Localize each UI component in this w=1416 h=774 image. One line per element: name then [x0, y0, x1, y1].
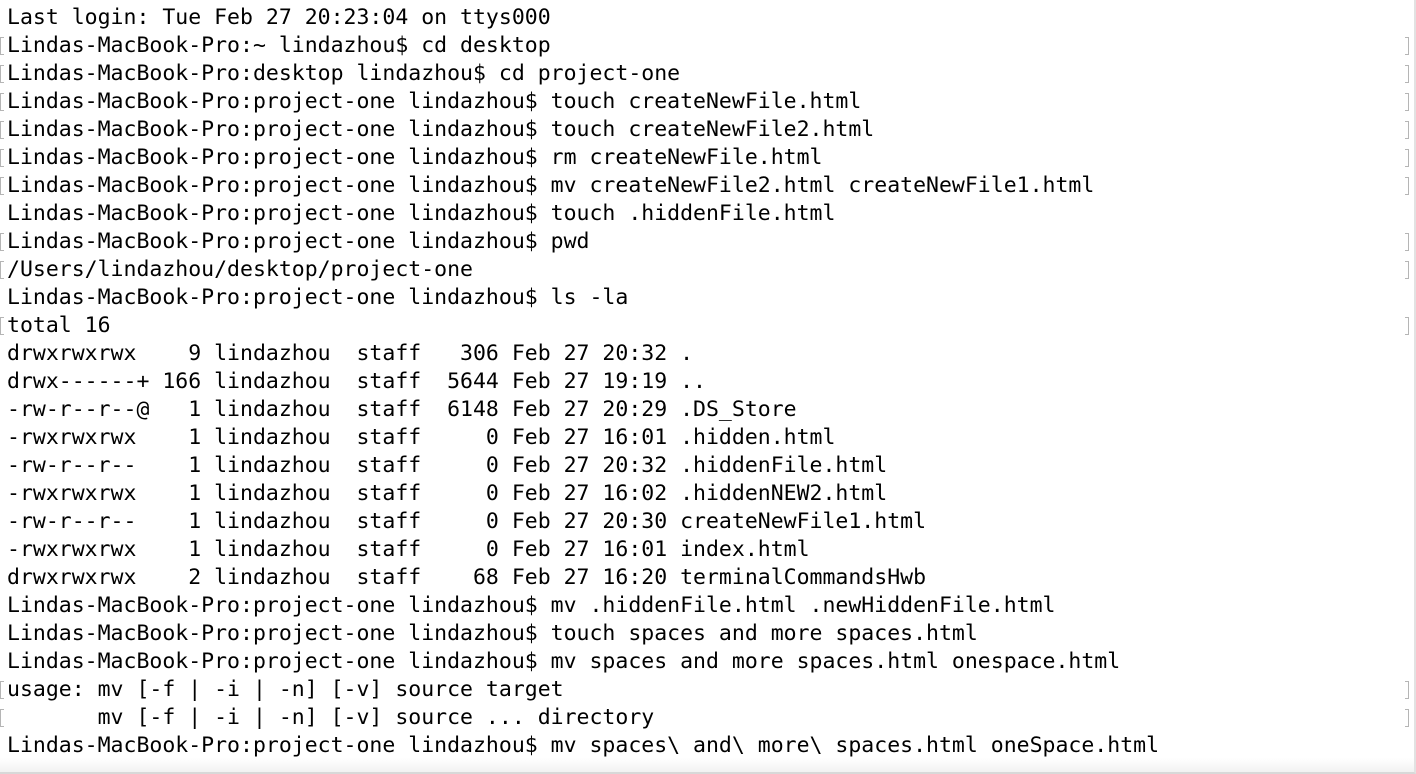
terminal-line-text: drwxrwxrwx 2 lindazhou staff 68 Feb 27 1…	[7, 565, 927, 590]
terminal-line: drwxrwxrwx 2 lindazhou staff 68 Feb 27 1…	[7, 564, 1394, 592]
line-marker-left	[0, 681, 4, 699]
terminal-line: -rwxrwxrwx 1 lindazhou staff 0 Feb 27 16…	[7, 480, 1394, 508]
terminal-line-text: -rw-r--r-- 1 lindazhou staff 0 Feb 27 20…	[7, 509, 927, 534]
terminal-line: -rw-r--r--@ 1 lindazhou staff 6148 Feb 2…	[7, 396, 1394, 424]
terminal-line-text: Lindas-MacBook-Pro:project-one lindazhou…	[7, 117, 875, 142]
terminal-line: drwxrwxrwx 9 lindazhou staff 306 Feb 27 …	[7, 340, 1394, 368]
line-marker-right	[1405, 65, 1409, 83]
line-marker-right	[1405, 681, 1409, 699]
line-marker-left	[0, 121, 4, 139]
terminal-line: Lindas-MacBook-Pro:~ lindazhou$ cd deskt…	[0, 32, 1409, 60]
line-marker-left	[0, 317, 4, 335]
terminal-output[interactable]: Last login: Tue Feb 27 20:23:04 on ttys0…	[0, 4, 1409, 760]
line-marker-right	[1405, 709, 1409, 727]
line-marker-left	[0, 37, 4, 55]
line-marker-right	[1405, 261, 1409, 279]
line-marker-left	[0, 709, 4, 727]
line-marker-left	[0, 233, 4, 251]
terminal-line: Lindas-MacBook-Pro:project-one lindazhou…	[7, 200, 1394, 228]
terminal-line: Lindas-MacBook-Pro:project-one lindazhou…	[0, 144, 1409, 172]
terminal-line: Lindas-MacBook-Pro:project-one lindazhou…	[0, 172, 1409, 200]
terminal-line-text: -rwxrwxrwx 1 lindazhou staff 0 Feb 27 16…	[7, 425, 836, 450]
line-marker-left	[0, 93, 4, 111]
terminal-line-text: /Users/lindazhou/desktop/project-one	[7, 257, 473, 282]
terminal-line: Lindas-MacBook-Pro:project-one lindazhou…	[7, 592, 1394, 620]
line-marker-left	[0, 261, 4, 279]
terminal-line: usage: mv [-f | -i | -n] [-v] source tar…	[0, 676, 1409, 704]
terminal-line: Lindas-MacBook-Pro:project-one lindazhou…	[0, 116, 1409, 144]
line-marker-left	[0, 177, 4, 195]
line-marker-left	[0, 65, 4, 83]
terminal-line-text: Lindas-MacBook-Pro:project-one lindazhou…	[7, 145, 823, 170]
terminal-line: mv [-f | -i | -n] [-v] source ... direct…	[0, 704, 1409, 732]
terminal-line-text: Lindas-MacBook-Pro:project-one lindazhou…	[7, 201, 836, 226]
terminal-window[interactable]: Last login: Tue Feb 27 20:23:04 on ttys0…	[0, 0, 1416, 774]
terminal-line: drwx------+ 166 lindazhou staff 5644 Feb…	[7, 368, 1394, 396]
terminal-line-text: Last login: Tue Feb 27 20:23:04 on ttys0…	[7, 5, 551, 30]
line-marker-right	[1405, 93, 1409, 111]
line-marker-right	[1405, 177, 1409, 195]
terminal-line-text: Lindas-MacBook-Pro:project-one lindazhou…	[7, 285, 629, 310]
terminal-line: -rw-r--r-- 1 lindazhou staff 0 Feb 27 20…	[7, 452, 1394, 480]
terminal-line-text: Lindas-MacBook-Pro:project-one lindazhou…	[7, 173, 1095, 198]
line-marker-right	[1405, 233, 1409, 251]
terminal-line: total 16	[0, 312, 1409, 340]
line-marker-right	[1405, 121, 1409, 139]
terminal-line: -rw-r--r-- 1 lindazhou staff 0 Feb 27 20…	[7, 508, 1394, 536]
window-bottom-edge	[0, 758, 1414, 772]
line-marker-right	[1405, 37, 1409, 55]
terminal-line-text: Lindas-MacBook-Pro:desktop lindazhou$ cd…	[7, 61, 681, 86]
line-marker-right	[1405, 149, 1409, 167]
terminal-line-text: Lindas-MacBook-Pro:project-one lindazhou…	[7, 733, 1160, 758]
terminal-line-text: Lindas-MacBook-Pro:~ lindazhou$ cd deskt…	[7, 33, 551, 58]
terminal-line: Lindas-MacBook-Pro:project-one lindazhou…	[7, 284, 1394, 312]
terminal-line-text: usage: mv [-f | -i | -n] [-v] source tar…	[7, 677, 564, 702]
terminal-line-text: Lindas-MacBook-Pro:project-one lindazhou…	[7, 621, 978, 646]
terminal-line-text: -rw-r--r--@ 1 lindazhou staff 6148 Feb 2…	[7, 397, 797, 422]
terminal-line: -rwxrwxrwx 1 lindazhou staff 0 Feb 27 16…	[7, 424, 1394, 452]
terminal-line: Lindas-MacBook-Pro:project-one lindazhou…	[7, 620, 1394, 648]
terminal-line: Lindas-MacBook-Pro:project-one lindazhou…	[7, 648, 1394, 676]
terminal-line-text: -rwxrwxrwx 1 lindazhou staff 0 Feb 27 16…	[7, 537, 810, 562]
terminal-line: Lindas-MacBook-Pro:project-one lindazhou…	[0, 88, 1409, 116]
line-marker-left	[0, 149, 4, 167]
terminal-line: Lindas-MacBook-Pro:project-one lindazhou…	[0, 228, 1409, 256]
terminal-line-text: -rw-r--r-- 1 lindazhou staff 0 Feb 27 20…	[7, 453, 888, 478]
terminal-line: /Users/lindazhou/desktop/project-one	[0, 256, 1409, 284]
terminal-line-text: drwx------+ 166 lindazhou staff 5644 Feb…	[7, 369, 706, 394]
terminal-line-text: Lindas-MacBook-Pro:project-one lindazhou…	[7, 593, 1056, 618]
terminal-line-text: Lindas-MacBook-Pro:project-one lindazhou…	[7, 89, 862, 114]
terminal-line: -rwxrwxrwx 1 lindazhou staff 0 Feb 27 16…	[7, 536, 1394, 564]
terminal-line: Last login: Tue Feb 27 20:23:04 on ttys0…	[7, 4, 1394, 32]
terminal-line-text: drwxrwxrwx 9 lindazhou staff 306 Feb 27 …	[7, 341, 694, 366]
terminal-line-text: mv [-f | -i | -n] [-v] source ... direct…	[7, 705, 655, 730]
terminal-line-text: Lindas-MacBook-Pro:project-one lindazhou…	[7, 229, 590, 254]
terminal-line: Lindas-MacBook-Pro:project-one lindazhou…	[7, 732, 1394, 760]
terminal-line-text: Lindas-MacBook-Pro:project-one lindazhou…	[7, 649, 1121, 674]
terminal-line-text: total 16	[7, 313, 111, 338]
terminal-line-text: -rwxrwxrwx 1 lindazhou staff 0 Feb 27 16…	[7, 481, 888, 506]
terminal-line: Lindas-MacBook-Pro:desktop lindazhou$ cd…	[0, 60, 1409, 88]
line-marker-right	[1405, 317, 1409, 335]
